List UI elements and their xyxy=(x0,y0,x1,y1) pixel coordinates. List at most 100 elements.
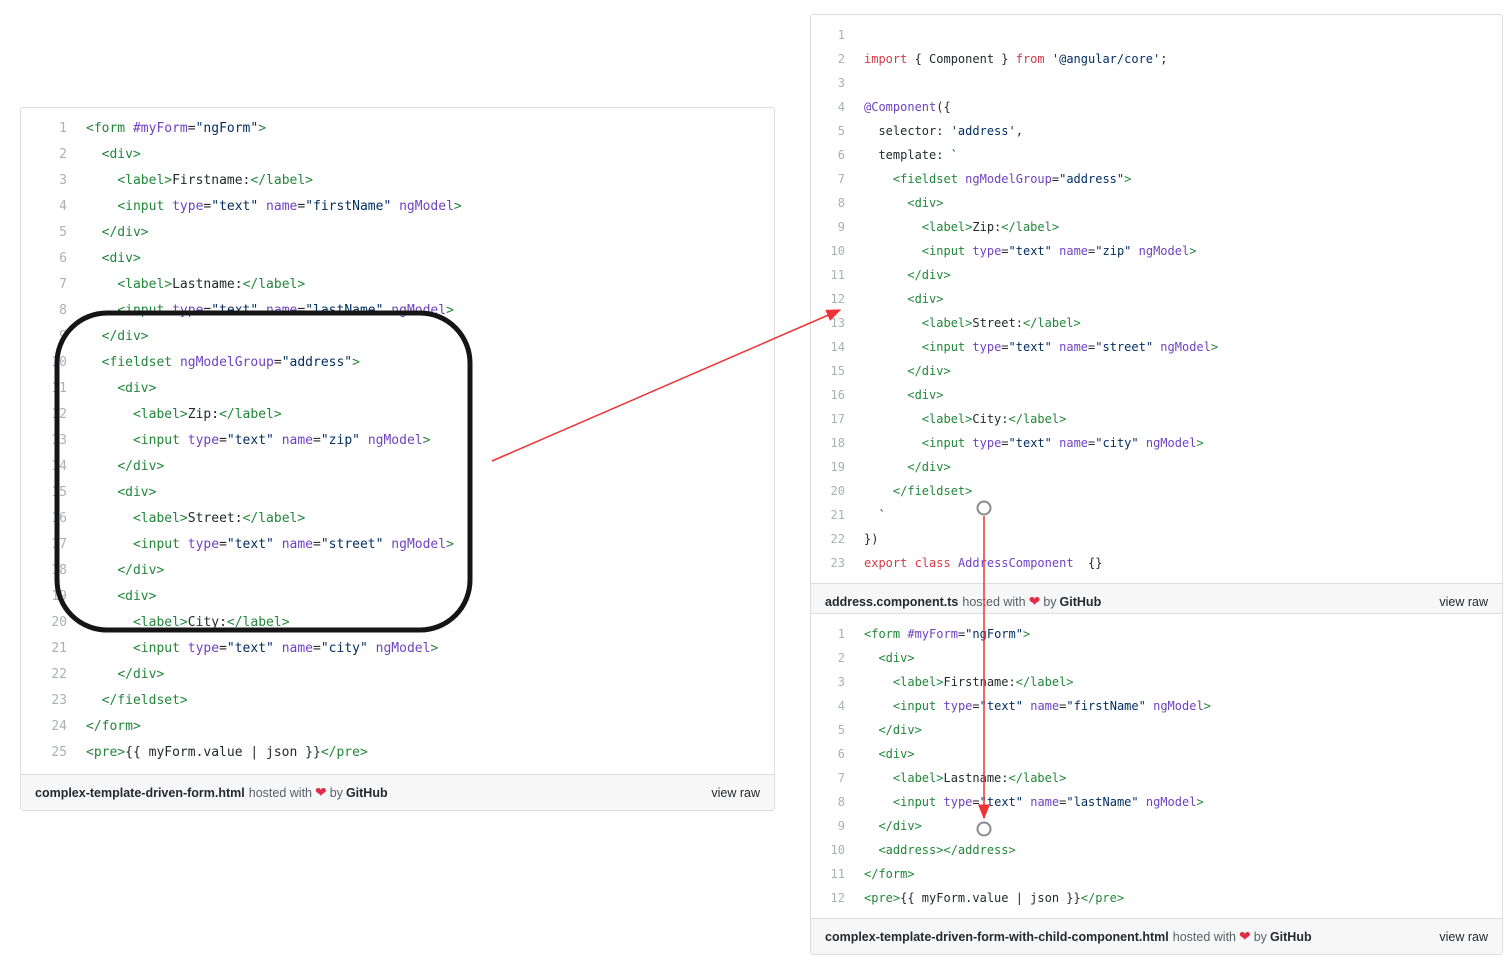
code-line: 18 </div> xyxy=(21,558,774,584)
line-number: 5 xyxy=(59,225,67,240)
code-line: 22}) xyxy=(811,527,1502,551)
code-line: 13 <input type="text" name="zip" ngModel… xyxy=(21,428,774,454)
line-number: 21 xyxy=(51,641,67,656)
line-number: 19 xyxy=(830,460,845,474)
by-text: by xyxy=(1253,929,1267,944)
code-text: import { Component } from '@angular/core… xyxy=(864,52,1168,66)
line-number: 4 xyxy=(837,699,845,713)
line-number: 23 xyxy=(830,556,845,570)
code-text: <div> xyxy=(878,651,915,665)
line-number: 15 xyxy=(51,485,67,500)
code-line: 16 <label>Street:</label> xyxy=(21,506,774,532)
code-text: <div> xyxy=(101,147,141,162)
code-line: 16 <div> xyxy=(811,383,1502,407)
line-number: 17 xyxy=(51,537,67,552)
line-number: 20 xyxy=(51,615,67,630)
code-text: <input type="text" name="city" ngModel> xyxy=(921,436,1204,450)
line-number: 4 xyxy=(59,199,67,214)
code-text: <form #myForm="ngForm"> xyxy=(86,121,267,136)
code-line: 2 <div> xyxy=(811,646,1502,670)
code-line: 10 <fieldset ngModelGroup="address"> xyxy=(21,350,774,376)
code-table: 1 2 import { Component } from '@angular/co… xyxy=(811,23,1502,575)
line-number: 23 xyxy=(51,693,67,708)
line-number: 7 xyxy=(59,277,67,292)
code-text: <fieldset ngModelGroup="address"> xyxy=(101,355,360,370)
gist-filename-link[interactable]: complex-template-driven-form-with-child-… xyxy=(825,930,1169,944)
heart-icon: ❤ xyxy=(315,784,327,800)
code-text: ` xyxy=(878,508,886,522)
code-text: </div> xyxy=(101,329,149,344)
code-text: <label>City:</label> xyxy=(132,615,290,630)
code-text: </div> xyxy=(117,459,165,474)
code-line: 2 <div> xyxy=(21,142,774,168)
code-line: 4 <input type="text" name="firstName" ng… xyxy=(811,694,1502,718)
code-text: <pre>{{ myForm.value | json }}</pre> xyxy=(864,891,1125,905)
line-number: 5 xyxy=(837,124,845,138)
line-number: 18 xyxy=(51,563,67,578)
code-line: 4 <input type="text" name="firstName" ng… xyxy=(21,194,774,220)
line-number: 2 xyxy=(837,52,845,66)
code-line: 8 <input type="text" name="lastName" ngM… xyxy=(811,790,1502,814)
line-number: 9 xyxy=(837,220,845,234)
code-line: 8 <div> xyxy=(811,191,1502,215)
code-line: 14 </div> xyxy=(21,454,774,480)
code-line: 20 </fieldset> xyxy=(811,479,1502,503)
code-line: 17 <input type="text" name="street" ngMo… xyxy=(21,532,774,558)
code-text: </form> xyxy=(864,867,915,881)
code-text: <label>Zip:</label> xyxy=(132,407,282,422)
code-line: 3 <label>Firstname:</label> xyxy=(21,168,774,194)
code-line: 6 <div> xyxy=(811,742,1502,766)
line-number: 9 xyxy=(59,329,67,344)
code-line: 1 xyxy=(811,23,1502,47)
line-number: 11 xyxy=(830,268,845,282)
github-link[interactable]: GitHub xyxy=(346,786,388,800)
line-number: 14 xyxy=(51,459,67,474)
heart-icon: ❤ xyxy=(1239,928,1251,944)
code-text: export class AddressComponent {} xyxy=(864,556,1103,570)
line-number: 3 xyxy=(59,173,67,188)
by-text: by xyxy=(329,785,343,800)
code-text: <label>Lastname:</label> xyxy=(892,771,1067,785)
line-number: 1 xyxy=(837,627,845,641)
code-line: 1 <form #myForm="ngForm"> xyxy=(21,116,774,142)
code-text: </div> xyxy=(907,460,951,474)
code-area: 1 <form #myForm="ngForm"> 2 <div> 3 <label>… xyxy=(21,108,774,774)
gist-filename-link[interactable]: complex-template-driven-form.html xyxy=(35,786,245,800)
code-lines: 1 2 import { Component } from '@angular/co… xyxy=(811,23,1502,575)
code-text: <input type="text" name="firstName" ngMo… xyxy=(117,199,462,214)
code-line: 2 import { Component } from '@angular/cor… xyxy=(811,47,1502,71)
code-line: 7 <label>Lastname:</label> xyxy=(811,766,1502,790)
gist-filename-link[interactable]: address.component.ts xyxy=(825,595,958,609)
line-number: 3 xyxy=(837,76,845,90)
view-raw-link[interactable]: view raw xyxy=(1439,930,1488,944)
line-number: 17 xyxy=(830,412,845,426)
code-text: <input type="text" name="lastName" ngMod… xyxy=(892,795,1204,809)
code-line: 14 <input type="text" name="street" ngMo… xyxy=(811,335,1502,359)
line-number: 8 xyxy=(837,196,845,210)
view-raw-link[interactable]: view raw xyxy=(1439,595,1488,609)
code-line: 21 ` xyxy=(811,503,1502,527)
line-number: 7 xyxy=(837,771,845,785)
code-text: <label>Zip:</label> xyxy=(921,220,1060,234)
code-line: 3 <label>Firstname:</label> xyxy=(811,670,1502,694)
view-raw-link[interactable]: view raw xyxy=(711,786,760,800)
code-text xyxy=(846,71,1502,95)
code-line: 8 <input type="text" name="lastName" ngM… xyxy=(21,298,774,324)
code-line: 5 selector: 'address', xyxy=(811,119,1502,143)
line-number: 10 xyxy=(830,244,845,258)
line-number: 13 xyxy=(830,316,845,330)
github-link[interactable]: GitHub xyxy=(1270,930,1312,944)
github-link[interactable]: GitHub xyxy=(1060,595,1102,609)
code-text: </div> xyxy=(117,667,165,682)
line-number: 22 xyxy=(830,532,845,546)
code-text: </div> xyxy=(878,819,922,833)
line-number: 16 xyxy=(51,511,67,526)
code-text: <address></address> xyxy=(878,843,1016,857)
line-number: 13 xyxy=(51,433,67,448)
code-text: </div> xyxy=(878,723,922,737)
code-text: @Component({ xyxy=(864,100,951,114)
gist-file: 1 <form #myForm="ngForm"> 2 <div> 3 <label>… xyxy=(810,613,1503,955)
line-number: 2 xyxy=(59,147,67,162)
code-line: 18 <input type="text" name="city" ngMode… xyxy=(811,431,1502,455)
by-text: by xyxy=(1043,594,1057,609)
